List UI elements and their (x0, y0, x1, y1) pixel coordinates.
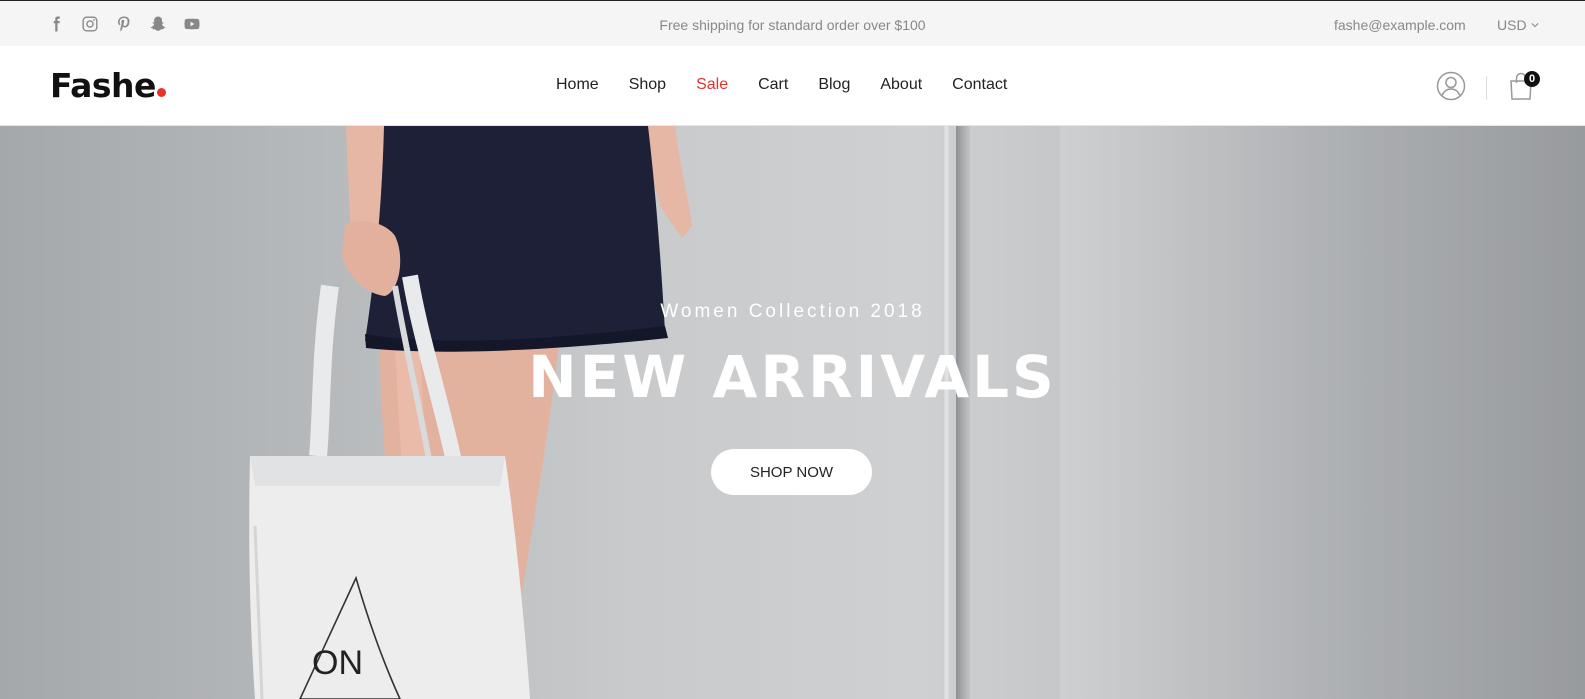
nav-blog[interactable]: Blog (818, 76, 850, 94)
logo-text: Fashe (50, 66, 156, 105)
nav-contact[interactable]: Contact (952, 76, 1007, 94)
nav-sale[interactable]: Sale (696, 76, 728, 94)
hero-banner: ON Women Collection 2018 NEW ARRIVALS SH… (0, 126, 1585, 699)
currency-label: USD (1497, 17, 1527, 33)
hero-subtitle: Women Collection 2018 (660, 301, 925, 322)
main-nav: Home Shop Sale Cart Blog About Contact (556, 76, 1037, 94)
header-divider (1486, 76, 1487, 100)
cart-count-badge: 0 (1524, 71, 1540, 87)
logo-dot (156, 88, 166, 97)
hero-title: NEW ARRIVALS (528, 343, 1057, 411)
main-header: Fashe Home Shop Sale Cart Blog About Con… (0, 46, 1585, 126)
chevron-down-icon (1530, 23, 1539, 28)
contact-email-link[interactable]: fashe@example.com (1334, 17, 1466, 33)
bag-print-text: ON (312, 644, 363, 682)
hero-model-image (249, 126, 692, 699)
top-bar: Free shipping for standard order over $1… (0, 0, 1585, 46)
site-logo[interactable]: Fashe (50, 66, 166, 105)
nav-about[interactable]: About (880, 76, 922, 94)
user-account-icon[interactable] (1436, 71, 1466, 101)
nav-shop[interactable]: Shop (629, 76, 666, 94)
currency-selector[interactable]: USD (1497, 17, 1539, 33)
shop-now-button[interactable]: SHOP NOW (711, 449, 872, 495)
nav-cart[interactable]: Cart (758, 76, 788, 94)
nav-home[interactable]: Home (556, 76, 599, 94)
